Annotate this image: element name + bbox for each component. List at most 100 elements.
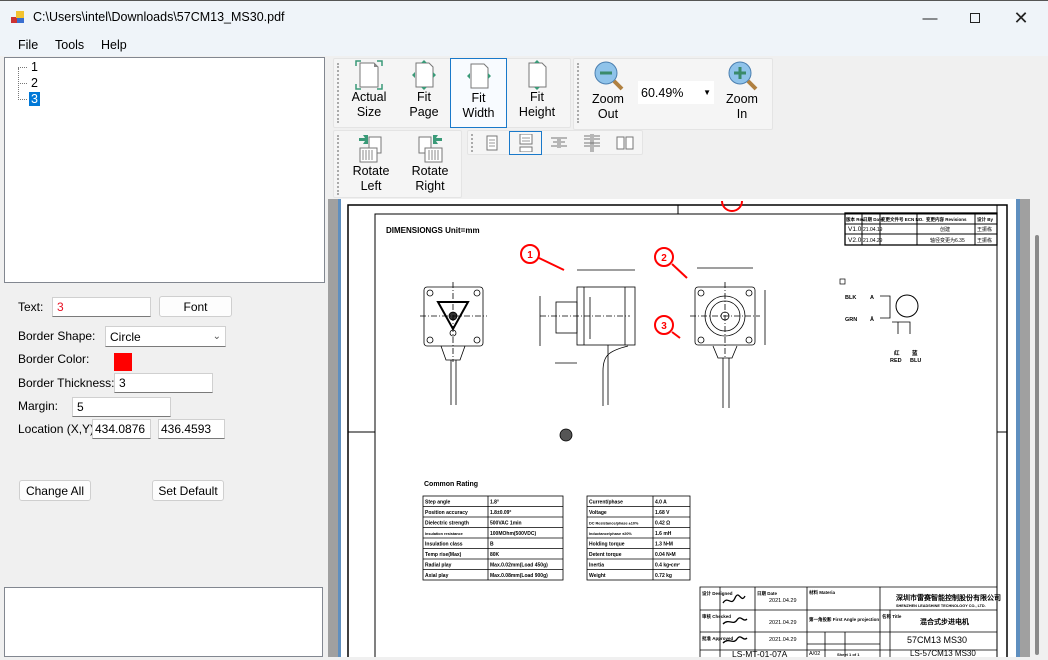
zoom-in-icon bbox=[728, 61, 758, 91]
location-x-input[interactable]: 434.0876 bbox=[92, 419, 151, 439]
menu-file[interactable]: File bbox=[18, 38, 38, 52]
location-label: Location (X,Y): bbox=[18, 422, 98, 436]
tree-node-page-1[interactable]: 1 bbox=[29, 60, 40, 74]
rating-param: Voltage bbox=[589, 510, 607, 516]
page-tree[interactable]: 1 2 3 bbox=[4, 57, 325, 283]
rotate-right-icon bbox=[418, 135, 443, 163]
rating-param: Insulation class bbox=[425, 542, 463, 548]
menu-bar bbox=[0, 34, 1048, 56]
change-all-button[interactable]: Change All bbox=[19, 480, 91, 501]
border-color-swatch[interactable] bbox=[114, 353, 132, 371]
facing-pages-icon bbox=[551, 137, 567, 148]
dropdown-arrow-icon: ▼ bbox=[703, 88, 711, 97]
margin-input[interactable]: 5 bbox=[72, 397, 171, 417]
zoom-out-button[interactable]: Zoom Out bbox=[588, 60, 628, 126]
rating-param: Temp rise(Max) bbox=[425, 552, 462, 558]
rating-param: Inertia bbox=[589, 563, 604, 569]
menu-tools[interactable]: Tools bbox=[55, 38, 84, 52]
drawing-number: LS-MT-01-07A bbox=[732, 649, 788, 657]
close-icon: ✕ bbox=[1013, 7, 1029, 28]
facing-pages-button[interactable] bbox=[545, 132, 573, 154]
rev-cell: 创建 bbox=[940, 226, 950, 233]
font-button[interactable]: Font bbox=[159, 296, 232, 317]
facing-continuous-button[interactable] bbox=[578, 132, 606, 154]
close-button[interactable]: ✕ bbox=[998, 1, 1044, 35]
location-y-input[interactable]: 436.4593 bbox=[158, 419, 225, 439]
chevron-down-icon: ⌄ bbox=[212, 331, 221, 342]
designed-label: 设计 Designed bbox=[702, 590, 733, 597]
title-label: 名称 Title bbox=[882, 613, 902, 620]
wire-cn-blu: 蓝 bbox=[912, 349, 918, 357]
phase-a: A bbox=[870, 295, 874, 301]
rotate-left-button[interactable]: Rotate Left bbox=[349, 134, 393, 196]
rev-header: 变更内容 Revisions bbox=[926, 216, 967, 223]
zoom-in-label-2: In bbox=[736, 107, 748, 121]
book-view-button[interactable] bbox=[611, 132, 639, 154]
fit-height-label-1: Fit bbox=[530, 90, 544, 104]
border-shape-select[interactable]: Circle ⌄ bbox=[105, 326, 226, 347]
zoom-in-button[interactable]: Zoom In bbox=[722, 60, 762, 126]
rev-cell: V1.0 bbox=[848, 226, 862, 233]
rotate-right-button[interactable]: Rotate Right bbox=[408, 134, 452, 196]
fit-height-button[interactable]: Fit Height bbox=[515, 60, 559, 126]
rating-param: Dielectric strength bbox=[425, 521, 469, 527]
pdf-viewer[interactable]: DIMENSIONGS Unit=mm 版本 Rev. 日期 Date 变更文件… bbox=[328, 199, 1044, 657]
book-view-icon bbox=[616, 136, 634, 150]
zoom-out-label-2: Out bbox=[597, 107, 619, 121]
rating-value: 1.8±0.09° bbox=[490, 510, 511, 516]
rating-param: Axial play bbox=[425, 573, 449, 579]
rating-param: Step angle bbox=[425, 500, 451, 506]
maximize-button[interactable] bbox=[952, 1, 998, 35]
rating-value: 0.72 kg bbox=[655, 573, 672, 579]
annotation-2-text: 2 bbox=[661, 253, 667, 264]
minimize-button[interactable]: — bbox=[907, 1, 953, 35]
rating-value: 500VAC 1min bbox=[490, 521, 522, 527]
single-page-icon bbox=[486, 135, 498, 151]
rating-param: Position accuracy bbox=[425, 510, 468, 516]
rating-param: Insulation resistance bbox=[425, 532, 463, 536]
rating-value: 0.04 N•M bbox=[655, 552, 676, 558]
tree-node-page-2[interactable]: 2 bbox=[29, 76, 40, 90]
rev-cell: 王振栋 bbox=[977, 226, 992, 233]
wire-label-grn: GRN bbox=[845, 317, 857, 323]
phase-a-bar: Ā bbox=[870, 316, 874, 323]
fit-page-icon bbox=[412, 60, 436, 90]
pdf-page bbox=[341, 199, 1016, 657]
date-label: 日期 Date bbox=[757, 590, 778, 597]
minimize-icon: — bbox=[922, 9, 938, 27]
output-panel bbox=[4, 587, 323, 657]
material-label: 材料 Materia bbox=[809, 589, 836, 596]
rating-value: 100MOhm(500VDC) bbox=[490, 531, 536, 537]
common-rating-title: Common Rating bbox=[424, 481, 478, 488]
single-page-button[interactable] bbox=[478, 132, 506, 154]
rev-cell: V2.0 bbox=[848, 237, 862, 244]
rev-cell: 21.04.19 bbox=[863, 227, 883, 233]
rev-header: 变更文件号 ECN NO. bbox=[881, 216, 924, 223]
rating-param: Weight bbox=[589, 573, 606, 579]
actual-size-label-1: Actual bbox=[351, 90, 387, 104]
continuous-page-button[interactable] bbox=[509, 131, 542, 155]
actual-size-button[interactable]: Actual Size bbox=[345, 60, 393, 126]
vertical-scrollbar[interactable] bbox=[1030, 199, 1045, 657]
border-thickness-input[interactable]: 3 bbox=[114, 373, 213, 393]
margin-label: Margin: bbox=[18, 399, 59, 413]
part-number: LS-57CM13 MS30 bbox=[910, 649, 976, 657]
fit-page-button[interactable]: Fit Page bbox=[403, 60, 445, 126]
rev-cell: 21.04.29 bbox=[863, 238, 883, 244]
rating-value: 1.68 V bbox=[655, 510, 670, 516]
rating-value: 1.8° bbox=[490, 500, 499, 506]
window-title: C:\Users\intel\Downloads\57CM13_MS30.pdf bbox=[33, 10, 285, 24]
wire-label-blk: BLK bbox=[845, 295, 856, 301]
text-input[interactable]: 3 bbox=[52, 297, 151, 317]
rating-param: Radial play bbox=[425, 563, 452, 569]
set-default-button[interactable]: Set Default bbox=[152, 480, 224, 501]
scrollbar-thumb[interactable] bbox=[1035, 235, 1039, 655]
menu-help[interactable]: Help bbox=[101, 38, 127, 52]
tree-node-page-3[interactable]: 3 bbox=[29, 92, 40, 106]
fit-width-button[interactable]: Fit Width bbox=[450, 58, 507, 128]
rating-param: Current/phase bbox=[589, 500, 623, 506]
continuous-page-icon bbox=[519, 134, 532, 152]
zoom-level-combo[interactable]: 60.49% ▼ bbox=[638, 81, 714, 104]
rating-value: 0.42 Ω bbox=[655, 521, 670, 527]
zoom-level-value: 60.49% bbox=[641, 85, 684, 100]
